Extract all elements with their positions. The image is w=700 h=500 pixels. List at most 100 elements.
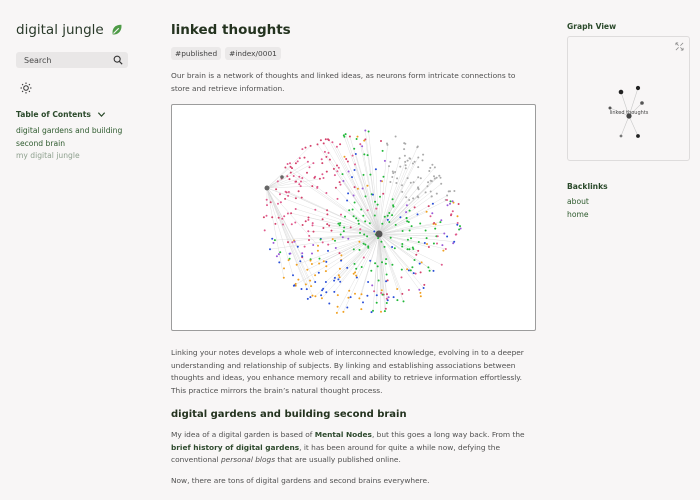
graph-node xyxy=(439,221,442,224)
graph-node xyxy=(318,257,321,260)
graph-node xyxy=(346,306,349,309)
graph-node xyxy=(410,237,412,240)
graph-node xyxy=(292,284,295,287)
graph-node xyxy=(417,186,419,189)
graph-node xyxy=(361,145,364,148)
backlink-item[interactable]: about xyxy=(567,196,690,209)
graph-node xyxy=(408,229,411,232)
graph-node xyxy=(459,225,461,228)
graph-node xyxy=(369,259,372,262)
graph-node xyxy=(342,230,345,233)
tag-published[interactable]: #published xyxy=(171,47,222,60)
graph-node xyxy=(436,242,438,245)
graph-node xyxy=(635,85,641,91)
graph-node xyxy=(433,166,436,169)
search-icon xyxy=(113,55,123,65)
graph-node xyxy=(408,209,411,212)
body-paragraph: My idea of a digital garden is based of … xyxy=(171,429,535,467)
link-brief-history[interactable]: brief history of digital gardens xyxy=(171,443,299,452)
graph-node xyxy=(307,218,310,221)
graph-node xyxy=(427,246,430,248)
graph-node xyxy=(408,199,411,201)
graph-node xyxy=(375,294,378,297)
graph-node xyxy=(274,222,277,225)
toc-item[interactable]: second brain xyxy=(16,138,128,151)
graph-node xyxy=(296,245,299,248)
graph-node xyxy=(360,293,363,296)
graph-node xyxy=(331,141,334,144)
tag-index[interactable]: #index/0001 xyxy=(225,47,281,60)
graph-node xyxy=(311,185,314,188)
search-label: Search xyxy=(24,55,52,65)
site-title-link[interactable]: digital jungle xyxy=(16,22,128,38)
graph-edge xyxy=(307,233,380,270)
graph-node xyxy=(336,305,339,308)
sun-icon[interactable] xyxy=(20,82,32,94)
graph-node xyxy=(311,222,314,225)
graph-node xyxy=(383,215,386,218)
graph-node xyxy=(301,255,304,258)
section-heading: digital gardens and building second brai… xyxy=(171,409,407,420)
graph-node xyxy=(366,294,369,297)
link-mental-nodes[interactable]: Mental Nodes xyxy=(315,430,372,439)
graph-node xyxy=(406,159,409,162)
graph-node xyxy=(353,147,356,150)
graph-node xyxy=(405,204,408,207)
graph-node xyxy=(343,155,346,158)
graph-node xyxy=(366,209,369,212)
leaf-icon xyxy=(112,24,122,35)
graph-node xyxy=(296,160,299,163)
graph-node xyxy=(406,238,409,241)
graph-node xyxy=(360,308,363,311)
graph-node xyxy=(411,266,414,269)
graph-node xyxy=(403,154,406,157)
graph-node xyxy=(336,197,339,200)
graph-node xyxy=(413,206,416,209)
graph-node xyxy=(301,177,304,179)
graph-node xyxy=(393,247,396,250)
graph-node xyxy=(423,283,426,286)
graph-node xyxy=(401,292,404,295)
graph-edge xyxy=(378,199,448,235)
graph-node xyxy=(367,281,370,283)
graph-node xyxy=(432,269,435,272)
graph-node xyxy=(353,201,356,204)
graph-node xyxy=(359,228,362,231)
expand-icon[interactable] xyxy=(675,42,684,51)
graph-node xyxy=(342,310,345,313)
graph-node xyxy=(289,252,292,255)
graph-node xyxy=(361,187,364,190)
graph-node xyxy=(411,162,414,165)
graph-node xyxy=(381,293,384,296)
toc-item[interactable]: my digital jungle xyxy=(16,150,128,163)
graph-node xyxy=(398,157,401,160)
graph-node xyxy=(347,192,350,195)
toc-toggle[interactable]: Table of Contents xyxy=(16,110,128,119)
site-title[interactable]: digital jungle xyxy=(16,22,104,38)
graph-node xyxy=(410,225,413,228)
graph-node xyxy=(310,263,313,265)
graph-node xyxy=(298,183,301,186)
graph-node xyxy=(383,310,386,313)
toc-item[interactable]: digital gardens and building xyxy=(16,125,128,138)
graph-node xyxy=(427,181,430,184)
graph-view[interactable]: linked thoughts xyxy=(567,36,690,161)
graph-node xyxy=(306,160,309,163)
graph-node xyxy=(449,190,451,193)
backlink-item[interactable]: home xyxy=(567,209,690,222)
graph-node xyxy=(275,188,278,191)
graph-node xyxy=(417,249,420,252)
search-button[interactable]: Search xyxy=(16,52,128,68)
graph-node xyxy=(434,227,437,230)
graph-node xyxy=(346,266,349,269)
graph-node xyxy=(287,191,290,193)
graph-node xyxy=(314,295,317,298)
graph-node xyxy=(355,217,358,220)
graph-node xyxy=(432,242,435,245)
graph-node xyxy=(295,263,298,266)
graph-node xyxy=(325,291,328,294)
graph-node xyxy=(332,167,335,170)
graph-node xyxy=(287,259,290,262)
graph-node xyxy=(456,215,459,218)
graph-node xyxy=(290,212,293,215)
